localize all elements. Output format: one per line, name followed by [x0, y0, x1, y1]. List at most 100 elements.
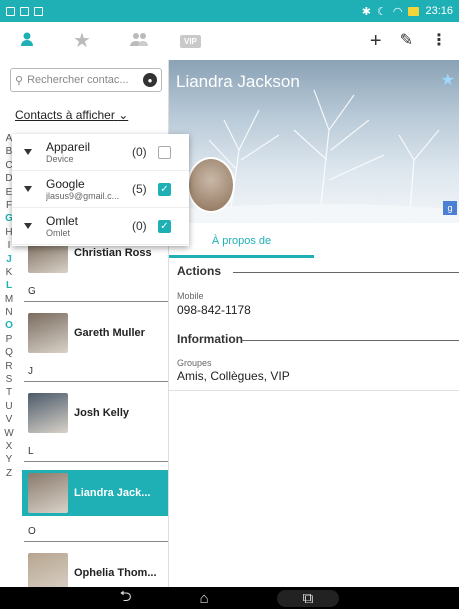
avatar: [28, 393, 68, 433]
recent-apps-button[interactable]: ⧉: [276, 589, 340, 607]
account-info: Appareil Device: [46, 140, 130, 164]
more-menu-button[interactable]: ⋮: [431, 33, 447, 49]
tab-about[interactable]: À propos de: [169, 235, 314, 247]
navigation-bar: ⮌ ⌂ ⧉: [0, 587, 459, 609]
expand-triangle-icon[interactable]: [24, 149, 32, 155]
account-subtitle: Omlet: [46, 228, 71, 238]
expand-triangle-icon[interactable]: [24, 223, 32, 229]
toolbar-actions: + ✎ ⋮: [370, 31, 459, 51]
mobile-label: Mobile: [177, 291, 204, 301]
favorite-star-icon[interactable]: ★: [441, 70, 455, 90]
wifi-icon: ◠: [392, 5, 403, 18]
alphabet-index-letter[interactable]: R: [5, 360, 12, 373]
alphabet-index-letter[interactable]: Y: [6, 453, 13, 466]
bluetooth-icon: ✱: [361, 5, 371, 18]
detail-tabs: À propos de: [169, 223, 459, 261]
divider: [169, 390, 459, 391]
alphabet-index-letter[interactable]: O: [5, 319, 13, 332]
notification-icon: [6, 6, 15, 16]
group-icon[interactable]: [129, 31, 149, 51]
alphabet-index-letter[interactable]: M: [5, 293, 13, 306]
account-info: Google jlasus9@gmail.c...: [46, 177, 130, 201]
account-count: (0): [132, 219, 147, 233]
information-header: Information: [177, 332, 243, 346]
alphabet-index-letter[interactable]: S: [6, 373, 13, 386]
avatar: [28, 553, 68, 587]
account-count: (5): [132, 182, 147, 196]
edit-button[interactable]: ✎: [400, 33, 413, 49]
chevron-down-icon: ⌄: [118, 108, 129, 122]
account-name: Omlet: [46, 214, 79, 228]
notification-icon: [34, 6, 43, 16]
contact-name: Ophelia Thom...: [74, 567, 157, 579]
contact-name: Josh Kelly: [74, 407, 130, 419]
section-header: L: [24, 446, 168, 462]
account-checkbox[interactable]: [158, 145, 171, 159]
alphabet-index-letter[interactable]: T: [6, 386, 12, 399]
account-info: Omlet Omlet: [46, 214, 130, 238]
moon-icon: ☾: [376, 5, 387, 18]
groups-label: Groupes: [177, 358, 212, 368]
section-header: G: [24, 286, 168, 302]
person-icon[interactable]: [19, 31, 35, 51]
alphabet-index-letter[interactable]: N: [5, 306, 12, 319]
contact-list-item[interactable]: Liandra Jack...: [22, 470, 168, 516]
contact-list-item[interactable]: Gareth Muller: [22, 310, 168, 356]
account-filter-popup: Appareil Device (0) Google jlasus9@gmail.c..…: [12, 134, 189, 246]
status-time: 23:16: [425, 5, 453, 17]
contacts-filter-label: Contacts à afficher: [15, 108, 115, 122]
alphabet-index-letter[interactable]: P: [6, 333, 13, 346]
favorites-star-icon[interactable]: ★: [73, 31, 91, 51]
account-checkbox[interactable]: ✓: [158, 182, 171, 196]
back-button[interactable]: ⮌: [120, 586, 132, 611]
divider: [233, 272, 459, 273]
notification-icon: [20, 6, 29, 16]
alphabet-index-letter[interactable]: J: [6, 253, 12, 266]
account-name: Google: [46, 177, 85, 191]
account-subtitle: Device: [46, 154, 74, 164]
groups-value: Amis, Collègues, VIP: [177, 369, 290, 383]
search-input[interactable]: ⚲ Rechercher contac... ●: [10, 68, 162, 92]
contact-name: Gareth Muller: [74, 327, 145, 339]
alphabet-index-letter[interactable]: V: [6, 413, 13, 426]
alphabet-index-letter[interactable]: K: [6, 266, 13, 279]
notification-icons: [6, 6, 43, 16]
contact-cover-photo: Liandra Jackson ★ g: [169, 60, 459, 223]
expand-triangle-icon[interactable]: [24, 186, 32, 192]
status-indicators: ✱ ☾ ◠ 23:16: [362, 5, 453, 18]
contact-detail-panel: Liandra Jackson ★ g À propos de Actions …: [168, 60, 459, 587]
actions-header: Actions: [177, 264, 222, 278]
contact-name: Christian Ross: [74, 247, 152, 259]
alphabet-index-letter[interactable]: L: [6, 279, 12, 292]
avatar: [28, 313, 68, 353]
alphabet-index-letter[interactable]: Q: [5, 346, 13, 359]
account-name: Appareil: [46, 140, 91, 154]
google-account-icon: g: [443, 201, 457, 215]
account-filter-row[interactable]: Google jlasus9@gmail.c... (5) ✓: [12, 171, 189, 208]
avatar: [28, 473, 68, 513]
alphabet-index-letter[interactable]: Z: [6, 467, 12, 480]
account-filter-row[interactable]: Appareil Device (0): [12, 134, 189, 171]
contact-name: Liandra Jackson: [176, 72, 300, 91]
alphabet-index-letter[interactable]: U: [5, 400, 12, 413]
search-placeholder: Rechercher contac...: [27, 74, 129, 86]
contact-list-item[interactable]: Ophelia Thom...: [22, 550, 168, 587]
account-filter-row[interactable]: Omlet Omlet (0) ✓: [12, 208, 189, 245]
account-subtitle: jlasus9@gmail.c...: [46, 191, 120, 201]
alphabet-index-letter[interactable]: W: [4, 427, 13, 440]
add-contact-button[interactable]: +: [370, 31, 382, 51]
mobile-number[interactable]: 098-842-1178: [177, 303, 251, 317]
account-checkbox[interactable]: ✓: [158, 219, 171, 233]
contact-list-item[interactable]: Josh Kelly: [22, 390, 168, 436]
alphabet-index-letter[interactable]: X: [6, 440, 13, 453]
vip-tab[interactable]: VIP: [180, 34, 201, 48]
divider: [242, 340, 459, 341]
alphabet-index-letter[interactable]: I: [8, 239, 11, 252]
tab-indicator: [169, 255, 314, 258]
account-count: (0): [132, 145, 147, 159]
battery-icon: [408, 6, 420, 16]
microphone-icon[interactable]: ●: [143, 73, 157, 87]
section-header: J: [24, 366, 168, 382]
contacts-filter-dropdown[interactable]: Contacts à afficher ⌄: [15, 108, 128, 122]
home-button[interactable]: ⌂: [200, 590, 209, 607]
